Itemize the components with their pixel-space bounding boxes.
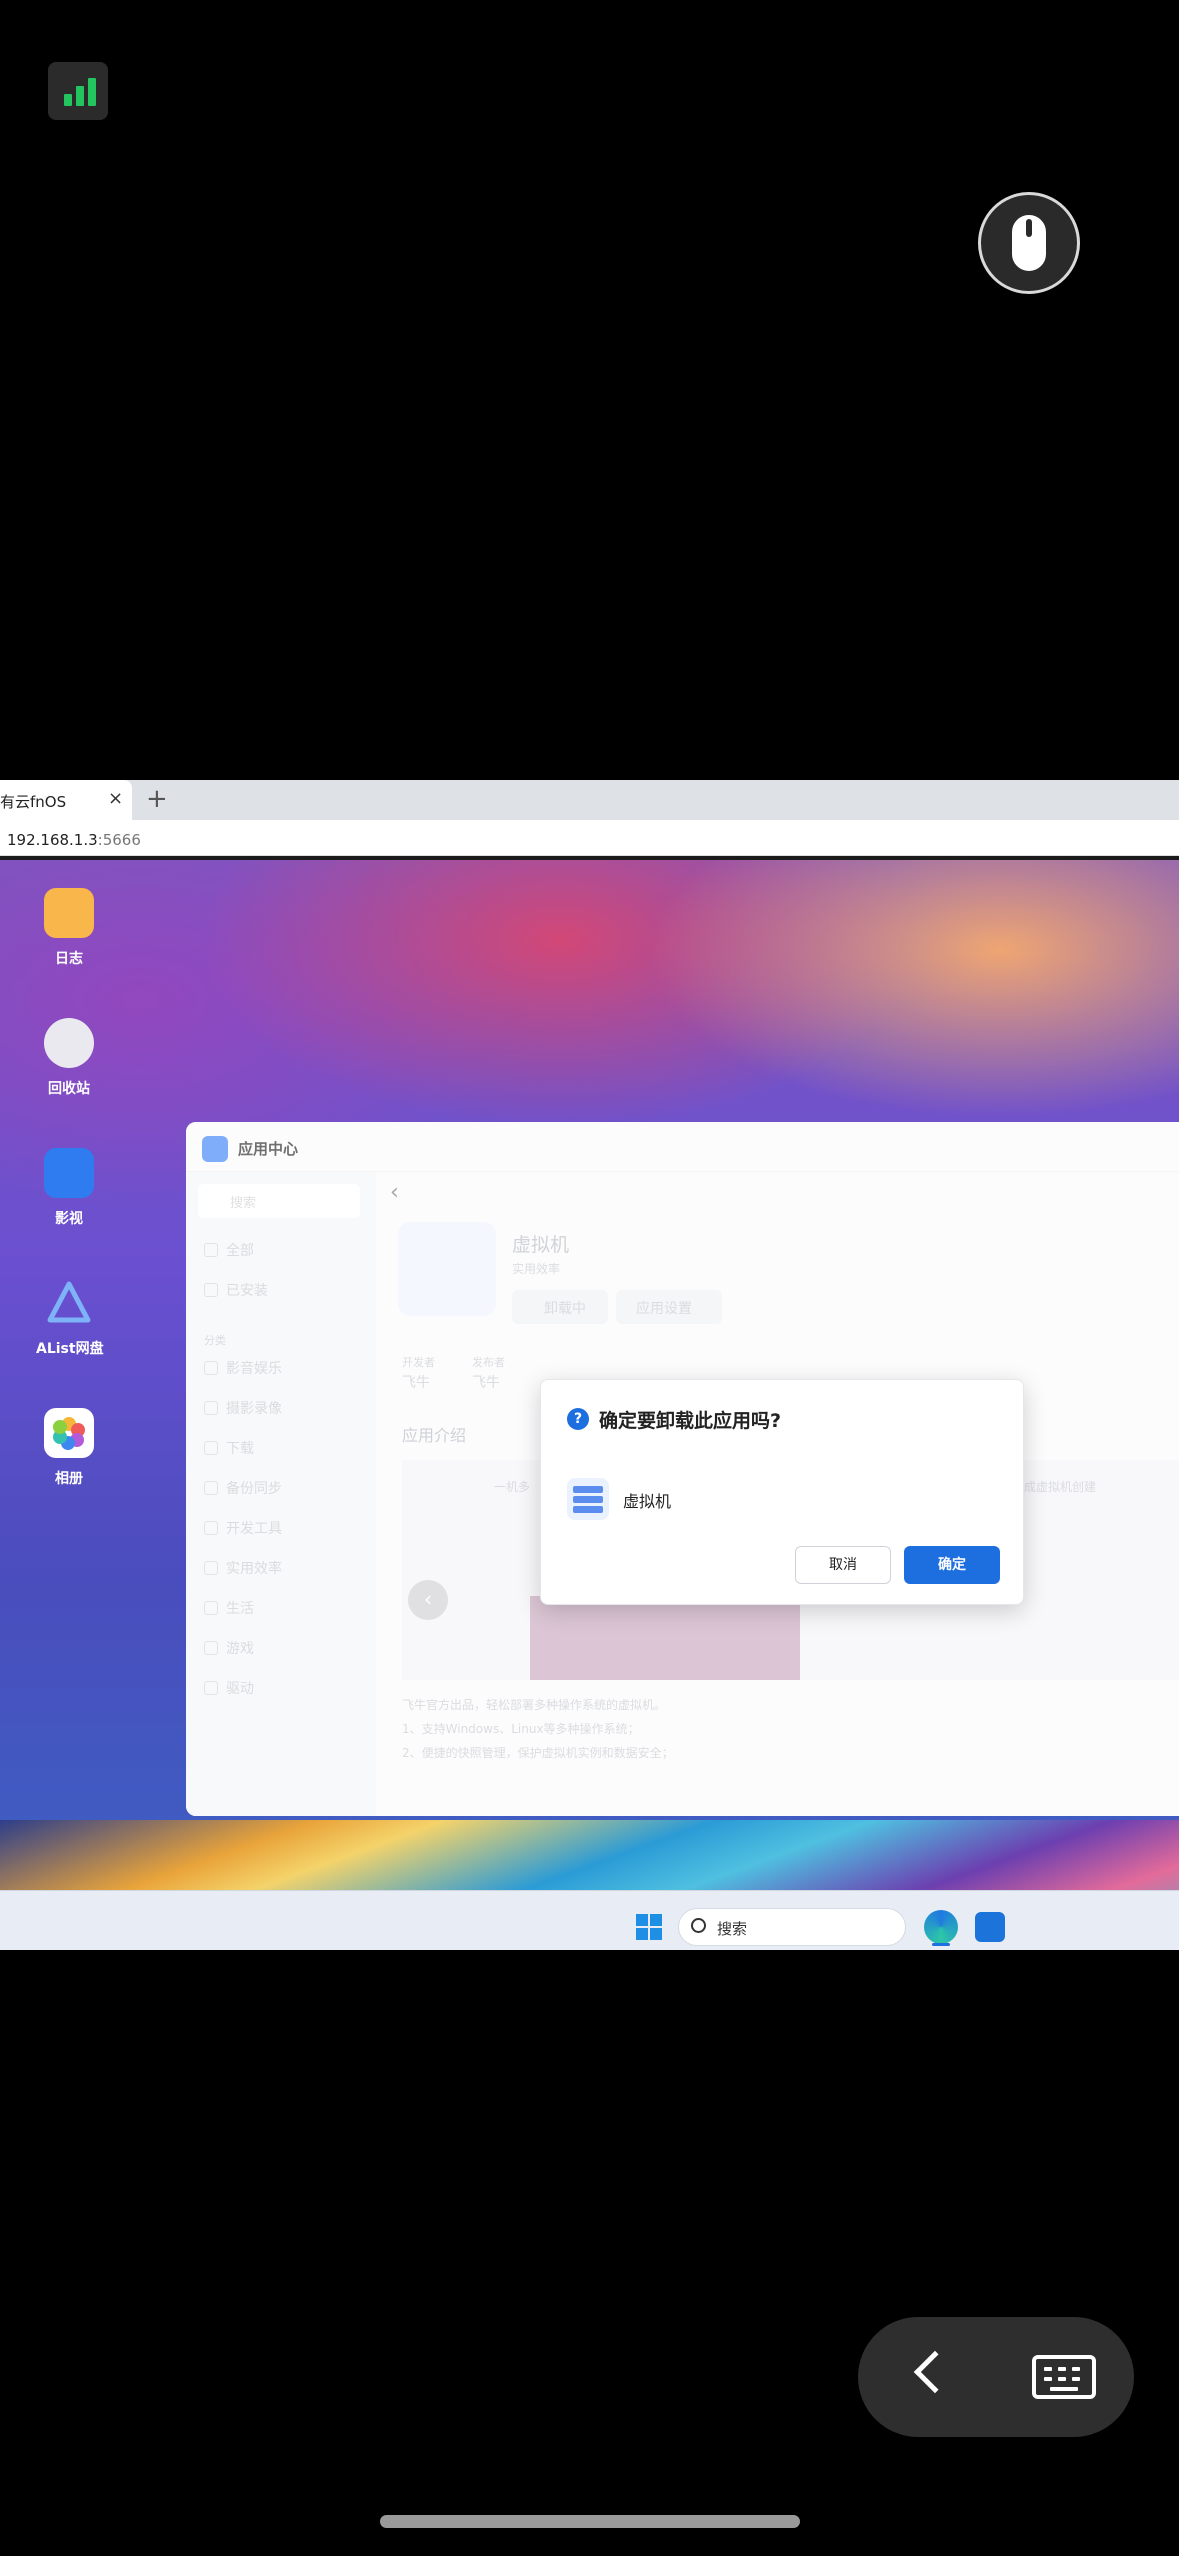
new-tab-button[interactable]: + (146, 784, 168, 814)
active-app-indicator (932, 1943, 950, 1946)
question-icon: ? (567, 1408, 589, 1430)
address-host: 192.168.1.3 (7, 831, 98, 849)
edge-icon[interactable] (924, 1910, 958, 1944)
browser-tab-bar: 有云fnOS × + (0, 780, 1179, 820)
signal-bars-icon (48, 62, 108, 120)
tab-title: 有云fnOS (0, 793, 67, 811)
desktop-icon-video[interactable]: 影视 (36, 1148, 102, 1228)
photos-icon (44, 1408, 94, 1458)
navigation-pill (858, 2317, 1134, 2437)
cloud-app-icon[interactable] (975, 1912, 1005, 1942)
desktop-icon-log[interactable]: 日志 (36, 888, 102, 968)
desktop-icon-label: AList网盘 (36, 1341, 104, 1357)
dialog-app-name: 虚拟机 (623, 1492, 672, 1511)
home-indicator[interactable] (380, 2515, 800, 2528)
desktop-icon-photos[interactable]: 相册 (36, 1408, 102, 1488)
mouse-icon[interactable] (978, 192, 1080, 294)
windows-start-icon[interactable] (636, 1914, 662, 1940)
taskbar-search-input[interactable]: 搜索 (678, 1908, 906, 1946)
desktop-icon-label: 日志 (55, 951, 83, 967)
desktop-icon-label: 回收站 (48, 1081, 90, 1097)
desktop-icon-recycle-bin[interactable]: 回收站 (36, 1018, 102, 1098)
search-icon (691, 1918, 706, 1933)
alist-icon (44, 1278, 94, 1328)
confirm-button[interactable]: 确定 (904, 1546, 1000, 1584)
dialog-title: 确定要卸载此应用吗? (599, 1410, 782, 1432)
uninstall-confirm-dialog: ? 确定要卸载此应用吗? 虚拟机 取消 确定 (540, 1379, 1024, 1605)
video-app-icon (44, 1148, 94, 1198)
chevron-left-icon[interactable] (913, 2350, 957, 2394)
address-bar[interactable]: 192.168.1.3:5666 (0, 820, 1179, 856)
desktop-icon-label: 相册 (55, 1471, 83, 1487)
log-icon (44, 888, 94, 938)
keyboard-icon[interactable] (1032, 2355, 1096, 2399)
desktop-wallpaper: 日志 回收站 影视 AList网盘 相册 应用中心 搜索 全部 已安装 分类 影… (0, 860, 1179, 1950)
remote-desktop-view[interactable]: 有云fnOS × + 192.168.1.3:5666 日志 回收站 影视 AL… (0, 780, 1179, 1950)
taskbar-search-placeholder: 搜索 (717, 1920, 748, 1938)
desktop-icon-label: 影视 (55, 1211, 83, 1227)
address-port: :5666 (97, 831, 141, 849)
desktop-icon-alist[interactable]: AList网盘 (36, 1278, 104, 1358)
vm-app-icon (567, 1478, 609, 1520)
tab-close-icon[interactable]: × (108, 788, 126, 810)
recycle-bin-icon (44, 1018, 94, 1068)
cancel-button[interactable]: 取消 (795, 1546, 891, 1584)
